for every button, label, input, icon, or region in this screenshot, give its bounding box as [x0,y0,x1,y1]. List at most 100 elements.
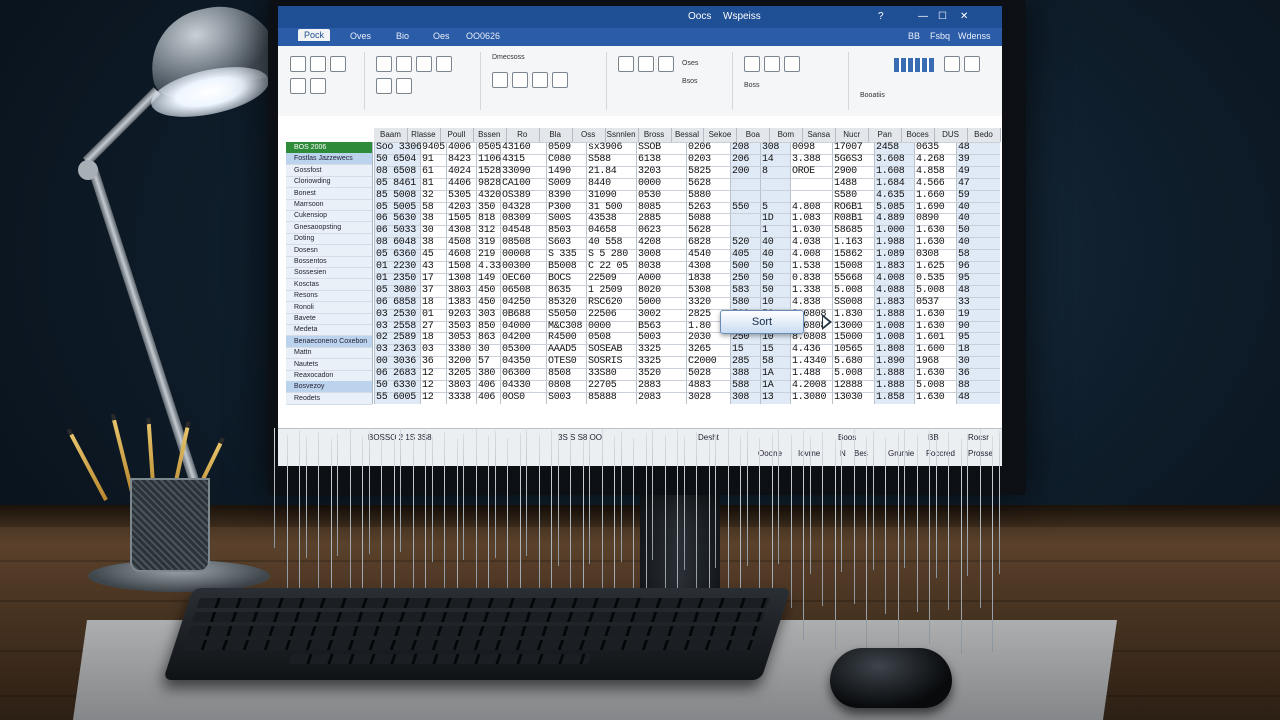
table-cell[interactable]: M&C308 [548,321,583,332]
table-cell[interactable]: 33S80 [588,368,617,379]
table-cell[interactable]: BOCS [548,273,571,284]
column-header[interactable]: Sansa [802,128,837,142]
table-cell[interactable]: 1.858 [876,392,905,403]
table-cell[interactable]: 405 [732,249,749,260]
table-cell[interactable]: 3028 [688,392,711,403]
undo-icon[interactable] [310,78,326,94]
table-cell[interactable]: 5628 [688,178,711,189]
table-cell[interactable]: 1D [762,213,774,224]
table-cell[interactable]: 1.163 [834,237,863,248]
sidebar-item[interactable]: Bavete [286,313,372,325]
table-cell[interactable]: 15 [762,344,774,355]
table-cell[interactable]: 36 [958,368,970,379]
table-cell[interactable]: 1.601 [916,332,945,343]
table-cell[interactable]: 350 [478,202,495,213]
tab-pock[interactable]: Pock [298,29,331,41]
table-cell[interactable]: 12888 [834,380,863,391]
table-cell[interactable]: 5.680 [834,356,863,367]
table-cell[interactable]: 9828 [478,178,501,189]
table-cell[interactable]: 1.008 [876,321,905,332]
tab-oves[interactable]: Oves [350,31,371,41]
table-cell[interactable]: CA100 [502,178,531,189]
table-cell[interactable]: 0OS0 [502,392,525,403]
table-cell[interactable]: 88 [958,380,970,391]
table-cell[interactable]: 4883 [688,380,711,391]
table-cell[interactable]: 8085 [638,202,661,213]
table-cell[interactable]: 08 6048 [376,237,416,248]
table-cell[interactable]: 4024 [448,166,471,177]
table-cell[interactable]: 3338 [448,392,471,403]
table-cell[interactable]: 0505 [478,142,501,153]
table-cell[interactable]: 1.600 [916,344,945,355]
table-cell[interactable]: 1 2509 [588,285,623,296]
table-cell[interactable]: 8503 [548,225,571,236]
table-cell[interactable]: 1.808 [876,344,905,355]
table-cell[interactable]: 48 [958,142,970,153]
table-cell[interactable]: 550 [732,202,749,213]
table-cell[interactable]: 3205 [448,368,471,379]
table-cell[interactable]: 4608 [448,249,471,260]
table-cell[interactable]: 43 [422,261,434,272]
sheet-tab[interactable]: Grumie [888,449,914,458]
table-cell[interactable]: 1.338 [792,285,821,296]
format-painter-icon[interactable] [290,78,306,94]
table-cell[interactable]: 0623 [638,225,661,236]
table-cell[interactable]: 13000 [834,321,863,332]
table-cell[interactable]: 1.538 [792,261,821,272]
table-cell[interactable]: 12 [422,392,434,403]
column-header[interactable]: Boces [901,128,936,142]
column-header[interactable]: Bedo [967,128,1001,142]
sidebar-item[interactable]: Reaxocadon [286,370,372,382]
table-cell[interactable]: 10 [762,297,774,308]
table-cell[interactable]: 9203 [448,309,471,320]
table-cell[interactable]: 1.3080 [792,392,827,403]
table-cell[interactable]: 04350 [502,356,531,367]
sidebar-item[interactable]: Cloriowding [286,176,372,189]
table-cell[interactable]: 5G6S3 [834,154,863,165]
table-cell[interactable]: SSOB [638,142,661,153]
table-cell[interactable]: 308 [762,142,779,153]
table-cell[interactable]: 1.083 [792,213,821,224]
table-cell[interactable]: 96 [958,261,970,272]
table-cell[interactable]: 01 [422,309,434,320]
table-cell[interactable]: R08B1 [834,213,863,224]
table-cell[interactable]: P300 [548,202,571,213]
table-cell[interactable]: 50 [958,225,970,236]
align-center-icon[interactable] [512,72,528,88]
table-cell[interactable]: 17 [422,273,434,284]
table-cell[interactable]: 1.4340 [792,356,827,367]
tab-oes[interactable]: Oes [433,31,450,41]
table-cell[interactable]: 4006 [448,142,471,153]
table-cell[interactable]: 40 [762,249,774,260]
table-cell[interactable]: 303 [478,309,495,320]
table-cell[interactable]: 1.630 [916,321,945,332]
table-cell[interactable]: 55 6005 [376,392,416,403]
table-cell[interactable]: 4203 [448,202,471,213]
table-cell[interactable]: 4308 [688,261,711,272]
table-cell[interactable]: 22509 [588,273,617,284]
table-cell[interactable]: 81 [422,178,434,189]
table-cell[interactable]: 850 [478,321,495,332]
table-cell[interactable]: 0509 [548,142,571,153]
table-cell[interactable]: 1 [762,225,768,236]
table-cell[interactable]: Soo 3306 [376,142,422,153]
table-cell[interactable]: 219 [478,249,495,260]
table-cell[interactable]: 0098 [792,142,815,153]
table-cell[interactable]: 39 [958,154,970,165]
sort-icon[interactable] [744,56,760,72]
sidebar-item[interactable]: Medeta [286,324,372,337]
table-cell[interactable]: 1.488 [792,368,821,379]
table-cell[interactable]: 520 [732,237,749,248]
sidebar-item[interactable]: Dosesn [286,245,372,257]
table-cell[interactable]: 319 [478,237,495,248]
table-cell[interactable]: C080 [548,154,571,165]
table-cell[interactable]: 0.838 [792,273,821,284]
table-cell[interactable]: 04250 [502,297,531,308]
column-header[interactable]: Bessal [671,128,705,142]
table-cell[interactable]: SS008 [834,297,863,308]
table-cell[interactable]: 285 [732,356,749,367]
table-cell[interactable]: 45 [422,249,434,260]
table-cell[interactable]: 06 5033 [376,225,416,236]
table-cell[interactable]: 4208 [638,237,661,248]
table-cell[interactable]: 04000 [502,321,531,332]
